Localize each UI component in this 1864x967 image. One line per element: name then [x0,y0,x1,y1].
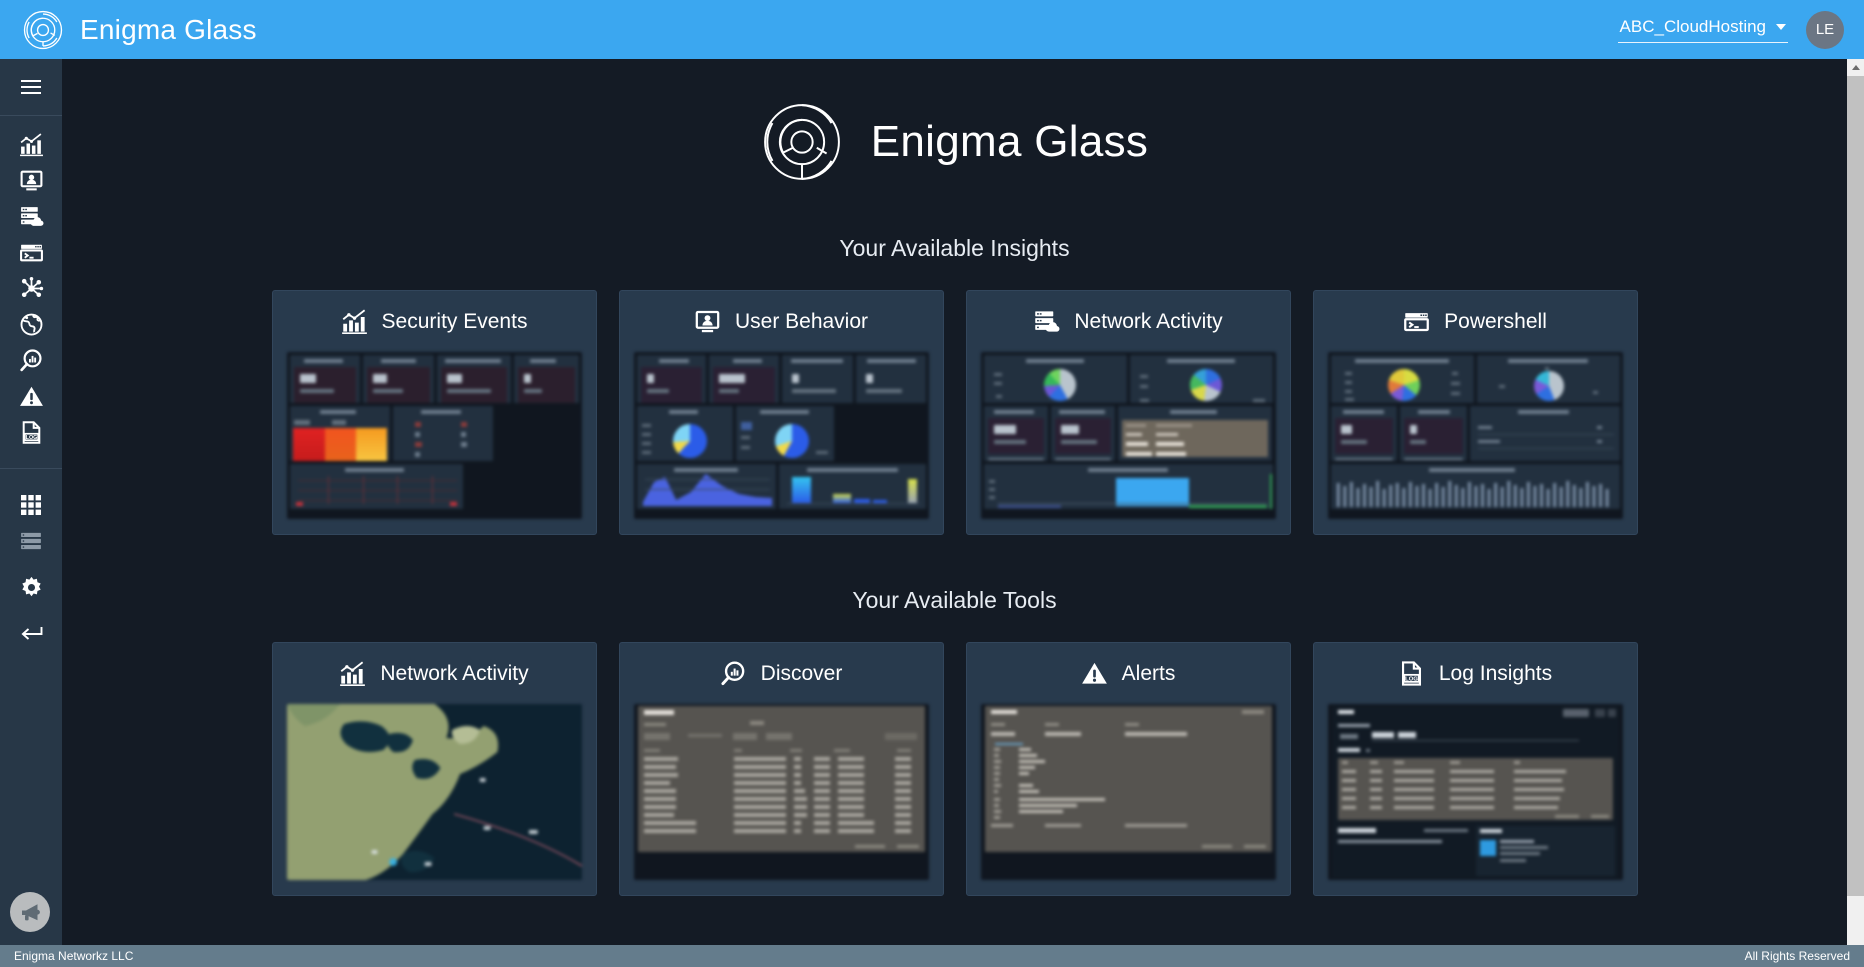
log-file-icon: LOG [1401,661,1421,686]
tools-card-row: Network Activity Discover Alerts LOG Log… [62,642,1847,896]
card-title: Network Activity [380,661,529,685]
sidebar-item-back[interactable] [0,615,62,651]
alert-triangle-icon [19,386,43,406]
enigma-ring-logo-icon [763,104,840,180]
card-title: Discover [760,661,843,685]
insights-card-row: Security Events User Behavior Network Ac… [62,290,1847,535]
card-title: Network Activity [1074,309,1223,333]
card-header: Security Events [287,308,582,335]
sidebar-item-settings[interactable] [0,569,62,605]
back-arrow-icon [20,627,42,640]
tenant-selector[interactable]: ABC_CloudHosting [1617,16,1788,43]
svg-text:LOG: LOG [25,434,37,440]
sidebar-item-alerts[interactable] [0,378,62,414]
card-title: Alerts [1121,661,1176,685]
cloud-server-icon [1035,311,1060,332]
gear-icon [21,576,41,596]
card-preview-log-insights-rules [1327,704,1623,880]
footer-company: Enigma Networkz LLC [14,949,134,963]
scroll-up-arrow-icon [1851,65,1860,70]
card-preview-user-behavior-dashboard [633,352,929,519]
sidebar-item-user-behavior[interactable] [0,162,62,198]
card-preview-powershell-dashboard [1327,352,1623,519]
avatar[interactable]: LE [1806,10,1844,49]
user-monitor-icon [695,310,720,333]
section-heading-insights: Your Available Insights [839,235,1070,261]
sidebar-item-discover[interactable] [0,342,62,378]
card-header: Alerts [981,660,1276,687]
terminal-prompt-icon [1404,313,1430,332]
globe-icon [20,313,42,335]
sidebar: LOG [0,59,62,967]
tool-card-discover[interactable]: Discover [618,642,944,896]
card-preview-discover-table [633,704,929,880]
cloud-server-icon [20,206,43,226]
top-bar: Enigma Glass ABC_CloudHosting LE [0,0,1864,59]
brand[interactable]: Enigma Glass [22,9,257,51]
main-content: Enigma Glass Your Available Insights Sec… [62,59,1847,967]
bar-chart-trend-icon [19,132,43,156]
card-header: Network Activity [287,660,582,687]
card-preview-security-events-dashboard [286,352,582,519]
scrollbar-thumb[interactable] [1847,76,1864,896]
megaphone-icon [22,904,40,921]
card-title: User Behavior [734,309,869,333]
footer: Enigma Networkz LLC All Rights Reserved [0,945,1864,967]
terminal-prompt-icon [19,244,43,261]
magnifier-chart-icon [19,348,42,371]
card-header: Network Activity [981,308,1276,335]
app-title: Enigma Glass [80,13,257,45]
footer-rights: All Rights Reserved [1744,949,1850,963]
enigma-ring-logo-icon [23,10,63,49]
sidebar-item-lists[interactable] [0,523,62,559]
sidebar-item-menu[interactable] [0,69,62,105]
sidebar-item-network-activity[interactable] [0,198,62,234]
user-monitor-icon [20,170,42,190]
insight-card-security-events[interactable]: Security Events [271,290,597,535]
tool-card-network-activity[interactable]: Network Activity [271,642,597,896]
list-rows-icon [21,532,41,550]
node-network-icon [21,276,43,297]
topbar-right: ABC_CloudHosting LE [1617,10,1844,49]
card-header: Discover [634,660,929,687]
sidebar-item-apps-grid[interactable] [0,487,62,523]
hero-title: Enigma Glass [870,117,1149,166]
card-title: Log Insights [1438,661,1553,685]
grid-apps-icon [21,495,41,515]
sidebar-item-network-graph[interactable] [0,270,62,306]
scroll-up-button[interactable] [1847,59,1864,76]
sidebar-item-powershell[interactable] [0,234,62,270]
card-preview-alerts-detail [980,704,1276,880]
tool-card-log-insights[interactable]: LOG Log Insights [1312,642,1638,896]
card-title: Security Events [381,309,528,333]
tenant-name: ABC_CloudHosting [1619,17,1766,36]
insight-card-powershell[interactable]: Powershell [1312,290,1638,535]
magnifier-chart-icon [721,661,745,686]
hamburger-menu-icon [21,80,41,94]
card-preview-network-activity-dashboard [980,352,1276,519]
insight-card-user-behavior[interactable]: User Behavior [618,290,944,535]
bar-chart-trend-icon [341,309,367,334]
card-preview-world-map [286,704,582,880]
chevron-down-icon [1776,23,1786,30]
card-title: Powershell [1444,309,1547,333]
vertical-scrollbar[interactable] [1847,59,1864,967]
svg-text:LOG: LOG [1405,676,1418,682]
sidebar-item-log-insights[interactable]: LOG [0,414,62,450]
sidebar-item-security-events[interactable] [0,126,62,162]
avatar-initials: LE [1815,21,1835,38]
tool-card-alerts[interactable]: Alerts [965,642,1291,896]
alert-triangle-icon [1081,662,1107,684]
hero: Enigma Glass [62,101,1847,183]
log-file-icon: LOG [22,420,40,444]
announcement-button[interactable] [10,892,50,932]
card-header: LOG Log Insights [1328,660,1623,687]
sidebar-item-globe[interactable] [0,306,62,342]
card-header: Powershell [1328,308,1623,335]
bar-chart-trend-icon [340,661,366,686]
insight-card-network-activity[interactable]: Network Activity [965,290,1291,535]
card-header: User Behavior [634,308,929,335]
section-heading-tools: Your Available Tools [852,587,1057,613]
